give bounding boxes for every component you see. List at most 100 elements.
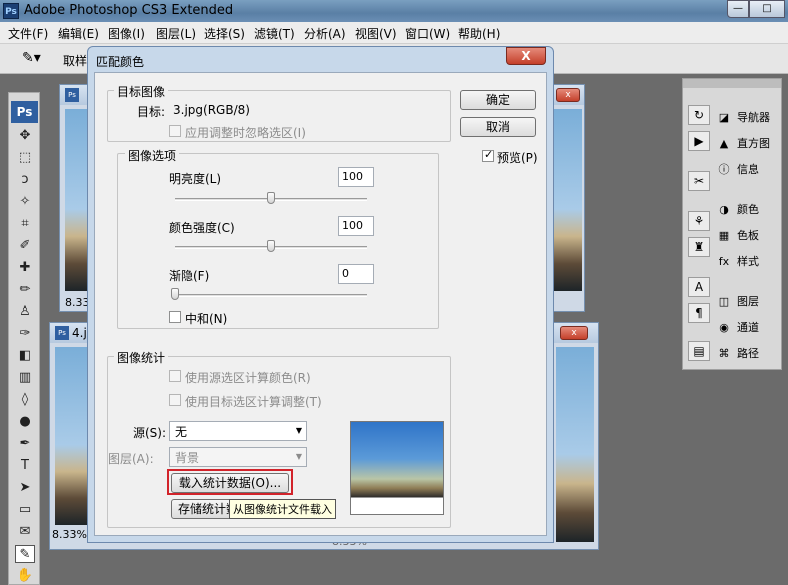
neutralize-label: 中和(N) (185, 312, 228, 326)
ps-doc-icon: Ps (65, 88, 79, 102)
maximize-button[interactable]: □ (749, 0, 785, 18)
panel-navigator[interactable]: ◪ 导航器 (715, 109, 770, 127)
source-select[interactable]: 无 ▼ (169, 421, 307, 441)
cancel-button[interactable]: 取消 (460, 117, 536, 137)
panel-color[interactable]: ◑ 颜色 (715, 201, 759, 219)
ignore-selection-label: 应用调整时忽略选区(I) (185, 126, 306, 140)
image-statistics-group-label: 图像统计 (114, 349, 169, 366)
menu-edit[interactable]: 编辑(E) (58, 25, 99, 42)
move-tool-icon[interactable]: ✥ (15, 127, 35, 145)
dodge-tool-icon[interactable]: ● (15, 413, 35, 431)
history-brush-tool-icon[interactable]: ✑ (15, 325, 35, 343)
notes-tool-icon[interactable]: ✉ (15, 523, 35, 541)
image-options-group-label: 图像选项 (125, 147, 180, 164)
luminance-label: 明亮度(L) (169, 172, 222, 186)
document-close-icon[interactable]: x (556, 88, 580, 102)
path-selection-tool-icon[interactable]: ➤ (15, 479, 35, 497)
luminance-slider-thumb[interactable] (267, 192, 275, 204)
eraser-tool-icon[interactable]: ◧ (15, 347, 35, 365)
histogram-icon: ▲ (719, 137, 729, 150)
swatches-icon: ▦ (718, 229, 730, 242)
fade-slider-track[interactable] (175, 294, 367, 297)
document-close-icon[interactable]: x (560, 326, 588, 340)
minimize-button[interactable]: — (727, 0, 749, 18)
dialog-body: 目标图像 目标: 3.jpg(RGB/8) 应用调整时忽略选区(I) 图像选项 … (94, 72, 547, 536)
menu-select[interactable]: 选择(S) (204, 25, 245, 42)
ignore-selection-checkbox[interactable] (169, 125, 181, 137)
menu-bar: 文件(F) 编辑(E) 图像(I) 图层(L) 选择(S) 滤镜(T) 分析(A… (0, 22, 788, 44)
panel-character-icon[interactable]: A (688, 277, 710, 297)
fade-slider-thumb[interactable] (171, 288, 179, 300)
navigator-icon: ◪ (718, 111, 730, 124)
eyedropper-tool-icon[interactable]: ✎ (15, 545, 35, 563)
window-titlebar: Ps Adobe Photoshop CS3 Extended — □ (0, 0, 788, 22)
luminance-input[interactable]: 100 (338, 167, 374, 187)
panel-styles[interactable]: fx 样式 (715, 253, 759, 271)
layers-icon: ◫ (718, 295, 730, 308)
target-label: 目标: (137, 105, 166, 119)
crop-tool-icon[interactable]: ⌗ (15, 215, 35, 233)
gradient-tool-icon[interactable]: ▥ (15, 369, 35, 387)
eyedropper-tool-icon[interactable]: ✎▾ (22, 50, 42, 68)
panel-swatches[interactable]: ▦ 色板 (715, 227, 759, 245)
blur-tool-icon[interactable]: ◊ (15, 391, 35, 409)
panel-channels[interactable]: ◉ 通道 (715, 319, 759, 337)
panel-layers[interactable]: ◫ 图层 (715, 293, 759, 311)
menu-file[interactable]: 文件(F) (8, 25, 48, 42)
healing-brush-tool-icon[interactable]: ✚ (15, 259, 35, 277)
menu-layer[interactable]: 图层(L) (156, 25, 196, 42)
color-intensity-slider-thumb[interactable] (267, 240, 275, 252)
fade-input[interactable]: 0 (338, 264, 374, 284)
marquee-tool-icon[interactable]: ⬚ (15, 149, 35, 167)
preview-checkbox[interactable] (482, 148, 494, 162)
preview-label: 预览(P) (497, 151, 538, 165)
window-title: Adobe Photoshop CS3 Extended (24, 3, 234, 18)
menu-window[interactable]: 窗口(W) (405, 25, 450, 42)
color-icon: ◑ (719, 203, 729, 216)
pen-tool-icon[interactable]: ✒ (15, 435, 35, 453)
use-target-selection-checkbox[interactable] (169, 394, 181, 406)
chevron-down-icon: ▼ (295, 452, 302, 461)
ok-button[interactable]: 确定 (460, 90, 536, 110)
load-statistics-button[interactable]: 载入统计数据(O)... (171, 473, 289, 493)
menu-image[interactable]: 图像(I) (108, 25, 145, 42)
neutralize-checkbox[interactable] (169, 311, 181, 323)
magic-wand-tool-icon[interactable]: ✧ (15, 193, 35, 211)
layer-select[interactable]: 背景 ▼ (169, 447, 307, 467)
panel-actions-icon[interactable]: ▶ (688, 131, 710, 151)
lasso-tool-icon[interactable]: ↄ (15, 171, 35, 189)
menu-view[interactable]: 视图(V) (355, 25, 397, 42)
match-color-dialog: 匹配颜色 X 目标图像 目标: 3.jpg(RGB/8) 应用调整时忽略选区(I… (87, 46, 554, 543)
panel-clone-source-icon[interactable]: ♜ (688, 237, 710, 257)
shape-tool-icon[interactable]: ▭ (15, 501, 35, 519)
menu-help[interactable]: 帮助(H) (458, 25, 500, 42)
type-tool-icon[interactable]: T (15, 457, 35, 475)
use-source-selection-checkbox[interactable] (169, 370, 181, 382)
source-preview-thumbnail (350, 421, 444, 515)
image-options-group (117, 153, 439, 329)
color-intensity-input[interactable]: 100 (338, 216, 374, 236)
panel-info[interactable]: ⓘ 信息 (715, 161, 760, 177)
panel-brushes-icon[interactable]: ⚘ (688, 211, 710, 231)
hand-tool-icon[interactable]: ✋ (15, 567, 35, 585)
brush-tool-icon[interactable]: ✏ (15, 281, 35, 299)
panel-tool-presets-icon[interactable]: ✂ (688, 171, 710, 191)
target-value: 3.jpg(RGB/8) (173, 103, 250, 117)
panel-histogram[interactable]: ▲ 直方图 (715, 135, 770, 153)
use-source-selection-label: 使用源选区计算颜色(R) (185, 371, 311, 385)
panel-layer-comps-icon[interactable]: ▤ (688, 341, 710, 361)
ps-logo: Ps (11, 101, 38, 123)
source-label: 源(S): (133, 426, 167, 440)
dialog-close-button[interactable]: X (506, 47, 546, 65)
target-image-group-label: 目标图像 (114, 83, 169, 100)
menu-analysis[interactable]: 分析(A) (304, 25, 346, 42)
panel-paths[interactable]: ⌘ 路径 (715, 345, 760, 363)
menu-filter[interactable]: 滤镜(T) (254, 25, 295, 42)
panel-paragraph-icon[interactable]: ¶ (688, 303, 710, 323)
dialog-title: 匹配颜色 (96, 55, 145, 69)
document-image-right (556, 347, 594, 542)
panel-history-icon[interactable]: ↻ (688, 105, 710, 125)
styles-icon: fx (718, 255, 730, 268)
clone-stamp-tool-icon[interactable]: ♙ (15, 303, 35, 321)
slice-tool-icon[interactable]: ✐ (15, 237, 35, 255)
